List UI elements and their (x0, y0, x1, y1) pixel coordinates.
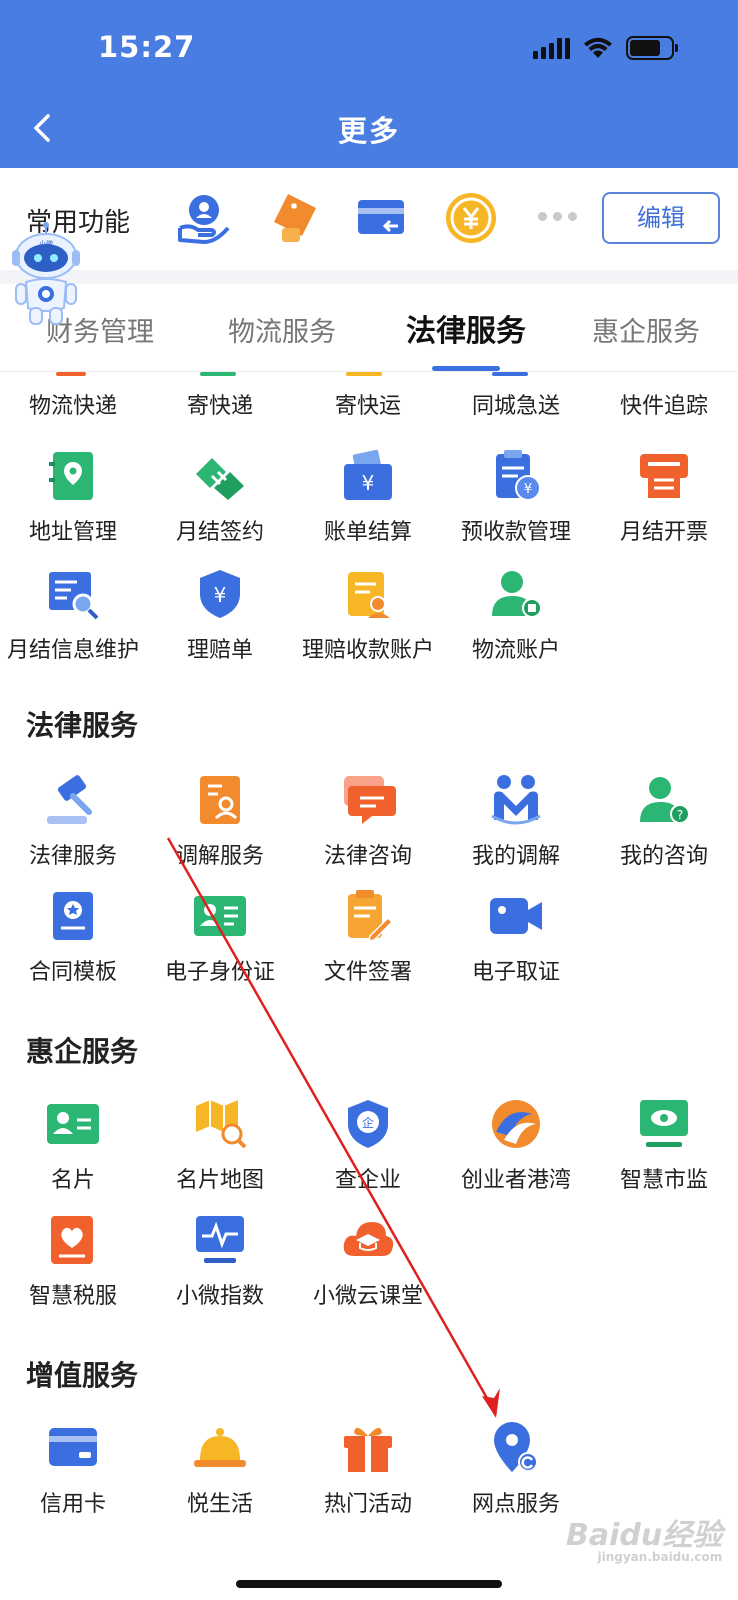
prepay-document-icon: ¥ (496, 450, 541, 501)
robot-mascot-icon[interactable]: 小微 (8, 222, 84, 332)
grid-item-smart-supervision[interactable]: 智慧市监 (590, 1096, 738, 1194)
grid-item-founder-harbor[interactable]: 创业者港湾 (442, 1096, 590, 1194)
user-box-icon (492, 571, 542, 618)
gavel-icon (47, 775, 92, 824)
grid-item-contract-template[interactable]: 合同模板 (0, 888, 147, 986)
grid-item-address[interactable]: 地址管理 (0, 448, 147, 546)
gift-box-icon (344, 1427, 392, 1472)
mediation-book-icon (200, 776, 240, 824)
grid-item-micro-cloud-class[interactable]: 小微云课堂 (294, 1212, 442, 1310)
grid-item-hot-events[interactable]: 热门活动 (294, 1420, 442, 1518)
people-m-icon (491, 775, 541, 825)
tax-heart-icon (51, 1216, 93, 1264)
grid-item-my-mediation[interactable]: 我的调解 (442, 772, 590, 870)
video-camera-icon (490, 898, 542, 934)
service-bell-icon (194, 1428, 246, 1467)
grid-item-tracking[interactable]: 快件追踪 (590, 388, 738, 420)
mascot-badge-text: 小微 (39, 239, 53, 248)
grid-item-legal-service[interactable]: 法律服务 (0, 772, 147, 870)
business-card-icon (47, 1104, 99, 1144)
active-tab-indicator (432, 366, 500, 371)
svg-text:¥: ¥ (524, 482, 532, 497)
shield-yen-icon: ¥ (200, 570, 240, 618)
monitor-eye-icon (640, 1100, 688, 1147)
grid-item-credit-card[interactable]: 信用卡 (0, 1420, 147, 1518)
grid-item-same-city[interactable]: 同城急送 (442, 388, 590, 420)
grid-item-monthly-invoice[interactable]: 月结开票 (590, 448, 738, 546)
app-header: 15:27 更多 (0, 0, 738, 168)
id-card-icon (194, 896, 246, 936)
map-search-icon (196, 1100, 247, 1149)
more-dots-icon (538, 212, 577, 221)
shield-enterprise-icon: 企 (348, 1100, 388, 1148)
grid-item-monthly-contract[interactable]: 月结签约 (146, 448, 294, 546)
grid-item-legal-consult[interactable]: 法律咨询 (294, 772, 442, 870)
tab-legal[interactable]: 法律服务 (406, 306, 526, 350)
grid-item-claim-account[interactable]: 理赔收款账户 (294, 566, 442, 664)
hand-user-icon[interactable] (176, 190, 232, 246)
page-title: 更多 (337, 114, 400, 148)
monitor-pulse-icon (196, 1216, 244, 1263)
chat-bubbles-icon (344, 776, 396, 824)
grid-item-mediation-service[interactable]: 调解服务 (146, 772, 294, 870)
grid-item-smart-tax[interactable]: 智慧税服 (0, 1212, 147, 1310)
bill-wallet-icon: ¥ (344, 449, 392, 500)
cellular-signal-icon (533, 37, 570, 59)
status-icons (533, 36, 678, 60)
svg-text:?: ? (677, 808, 683, 822)
tab-logistics[interactable]: 物流服务 (228, 310, 336, 349)
user-question-icon: ? (640, 777, 690, 824)
grid-item-my-consult[interactable]: ? 我的咨询 (590, 772, 738, 870)
section-title-legal: 法律服务 (26, 709, 139, 742)
baidu-watermark: Baidu经验 jingyan.baidu.com (566, 1518, 723, 1564)
grid-item-send-freight[interactable]: 寄快运 (294, 388, 442, 420)
grid-item-business-card[interactable]: 名片 (0, 1096, 147, 1194)
location-pin-icon (494, 1422, 538, 1472)
contract-badge-icon (53, 892, 93, 940)
grid-item-send-express[interactable]: 寄快递 (146, 388, 294, 420)
info-search-icon (49, 572, 99, 620)
partial-icon-row (0, 372, 738, 380)
battery-icon (626, 36, 678, 60)
category-tabs: 财务管理 物流服务 法律服务 惠企服务 (0, 284, 738, 372)
handshake-icon (196, 458, 244, 500)
grid-item-micro-index[interactable]: 小微指数 (146, 1212, 294, 1310)
section-title-value-added: 增值服务 (26, 1359, 139, 1392)
card-return-icon[interactable] (354, 190, 410, 246)
grid-item-joy-life[interactable]: 悦生活 (146, 1420, 294, 1518)
tab-enterprise[interactable]: 惠企服务 (592, 310, 700, 349)
cloud-cap-icon (343, 1222, 394, 1256)
grid-item-claim[interactable]: ¥ 理赔单 (146, 566, 294, 664)
grid-item-prepayment[interactable]: ¥ 预收款管理 (442, 448, 590, 546)
yen-coin-icon[interactable] (443, 190, 499, 246)
gift-tag-icon[interactable] (266, 190, 322, 246)
divider-strip (0, 270, 738, 284)
grid-item-card-map[interactable]: 名片地图 (146, 1096, 294, 1194)
address-book-icon (49, 452, 93, 500)
grid-item-outlet-service[interactable]: 网点服务 (442, 1420, 590, 1518)
status-time: 15:27 (98, 30, 196, 64)
grid-item-e-id-card[interactable]: 电子身份证 (146, 888, 294, 986)
document-pen-icon (348, 890, 394, 942)
svg-text:企: 企 (362, 1115, 374, 1130)
grid-item-monthly-info[interactable]: 月结信息维护 (0, 566, 147, 664)
invoice-printer-icon (640, 454, 688, 498)
edit-button[interactable]: 编辑 (602, 192, 720, 244)
home-indicator[interactable] (236, 1580, 502, 1588)
svg-text:¥: ¥ (214, 583, 227, 607)
grid-item-file-sign[interactable]: 文件签署 (294, 888, 442, 986)
harbor-logo-icon (492, 1100, 540, 1148)
section-title-enterprise: 惠企服务 (26, 1035, 139, 1068)
grid-item-check-enterprise[interactable]: 企 查企业 (294, 1096, 442, 1194)
grid-item-e-evidence[interactable]: 电子取证 (442, 888, 590, 986)
grid-item-bill-settlement[interactable]: ¥ 账单结算 (294, 448, 442, 546)
wifi-icon (584, 37, 612, 58)
common-functions-bar: 常用功能 编辑 (0, 168, 738, 270)
credit-card-icon (49, 1428, 97, 1466)
claim-account-icon (348, 572, 390, 618)
svg-text:¥: ¥ (362, 471, 375, 495)
grid-item-logistics-account[interactable]: 物流账户 (442, 566, 590, 664)
grid-item-logistics-express[interactable]: 物流快递 (0, 388, 147, 420)
